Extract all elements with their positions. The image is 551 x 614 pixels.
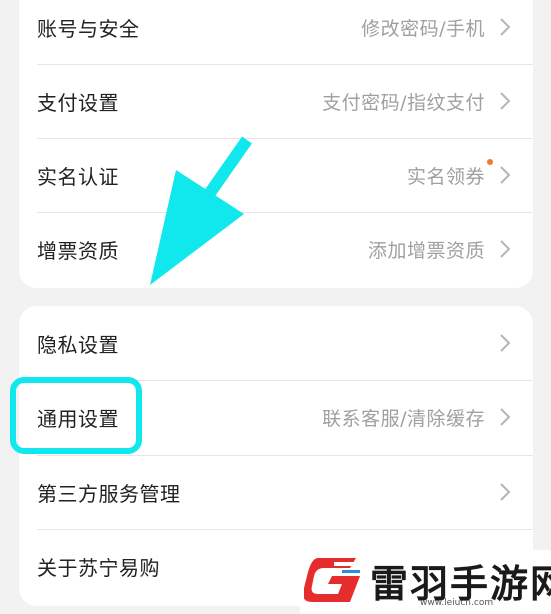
row-label: 第三方服务管理 xyxy=(37,481,181,506)
watermark: 雷羽手游网 www.leiucn.com xyxy=(300,550,551,614)
chevron-right-icon xyxy=(500,166,511,184)
settings-row-account-security[interactable]: 账号与安全 修改密码/手机 xyxy=(19,0,533,64)
chevron-right-icon xyxy=(500,408,511,426)
row-value: 修改密码/手机 xyxy=(361,17,485,40)
row-label: 关于苏宁易购 xyxy=(37,555,160,580)
notification-dot xyxy=(487,159,493,165)
settings-row-payment[interactable]: 支付设置 支付密码/指纹支付 xyxy=(19,64,533,138)
row-value: 支付密码/指纹支付 xyxy=(322,91,485,114)
chevron-right-icon xyxy=(500,18,511,36)
row-label: 隐私设置 xyxy=(37,332,119,357)
row-value: 添加增票资质 xyxy=(367,239,485,262)
settings-row-third-party[interactable]: 第三方服务管理 xyxy=(19,455,533,529)
row-label: 支付设置 xyxy=(37,90,119,115)
annotation-highlight-box xyxy=(10,377,142,454)
row-value: 实名领券 xyxy=(406,165,485,188)
settings-card-account: 账号与安全 修改密码/手机 支付设置 支付密码/指纹支付 实名认证 实名领券 增… xyxy=(19,0,533,288)
row-label: 实名认证 xyxy=(37,164,119,189)
site-logo-icon xyxy=(304,558,360,602)
settings-row-vat-invoice[interactable]: 增票资质 添加增票资质 xyxy=(19,212,533,286)
row-value: 联系客服/清除缓存 xyxy=(322,407,485,430)
chevron-right-icon xyxy=(500,483,511,501)
settings-row-privacy[interactable]: 隐私设置 xyxy=(19,306,533,380)
chevron-right-icon xyxy=(500,240,511,258)
row-label: 账号与安全 xyxy=(37,16,140,41)
watermark-url: www.leiucn.com xyxy=(420,598,494,608)
settings-row-real-name[interactable]: 实名认证 实名领券 xyxy=(19,138,533,212)
chevron-right-icon xyxy=(500,92,511,110)
row-label: 增票资质 xyxy=(37,238,119,263)
chevron-right-icon xyxy=(500,334,511,352)
